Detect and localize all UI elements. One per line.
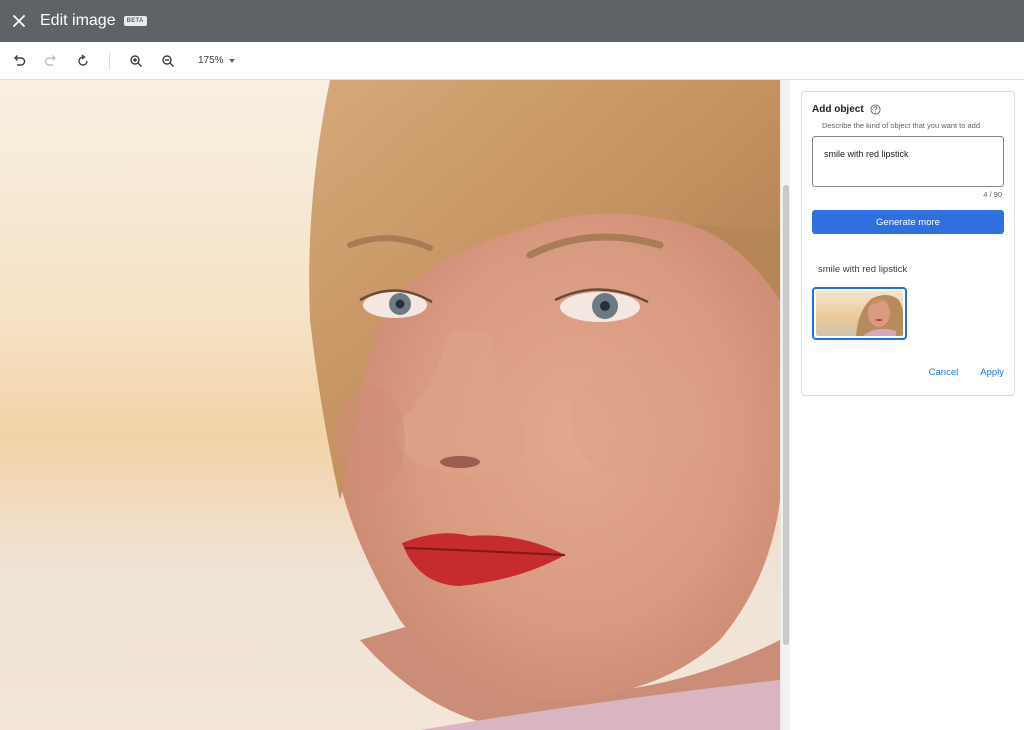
zoom-level-select[interactable]: 175% bbox=[198, 55, 235, 66]
character-counter: 4 / 90 bbox=[983, 190, 1002, 199]
zoom-level-value: 175% bbox=[198, 55, 224, 66]
title-bar: Edit image BETA bbox=[0, 0, 1024, 42]
toolbar-divider bbox=[109, 51, 110, 70]
canvas-scrollbar[interactable] bbox=[780, 80, 790, 730]
undo-button[interactable] bbox=[3, 45, 35, 77]
side-panel: Add object Describe the kind of object t… bbox=[790, 80, 1024, 730]
page-title: Edit image bbox=[40, 12, 116, 29]
object-description-input[interactable] bbox=[824, 149, 994, 159]
zoom-out-icon bbox=[162, 54, 174, 67]
rotate-button[interactable] bbox=[67, 45, 99, 77]
object-description-field[interactable]: Describe the kind of object that you wan… bbox=[812, 121, 1004, 187]
toolbar: 175% bbox=[0, 42, 1024, 80]
apply-button[interactable]: Apply bbox=[980, 367, 1004, 378]
add-object-card: Add object Describe the kind of object t… bbox=[801, 91, 1015, 396]
undo-icon bbox=[14, 54, 26, 66]
result-label: smile with red lipstick bbox=[818, 264, 908, 275]
portrait-image bbox=[0, 80, 780, 730]
generate-more-button[interactable]: Generate more bbox=[812, 210, 1004, 234]
redo-icon bbox=[44, 54, 56, 66]
close-button[interactable] bbox=[0, 0, 38, 42]
cancel-button[interactable]: Cancel bbox=[929, 367, 959, 378]
zoom-in-icon bbox=[130, 54, 142, 67]
close-icon bbox=[13, 15, 25, 27]
action-buttons: Cancel Apply bbox=[929, 367, 1004, 378]
result-thumbnail[interactable] bbox=[812, 287, 907, 340]
field-label: Describe the kind of object that you wan… bbox=[819, 121, 997, 130]
rotate-icon bbox=[78, 53, 88, 66]
card-title: Add object bbox=[812, 104, 864, 115]
beta-badge: BETA bbox=[123, 16, 147, 26]
chevron-down-icon bbox=[228, 58, 235, 63]
result-thumbnail-image bbox=[816, 291, 903, 336]
zoom-out-button[interactable] bbox=[152, 45, 184, 77]
zoom-in-button[interactable] bbox=[120, 45, 152, 77]
card-header: Add object bbox=[812, 104, 881, 115]
help-circle-icon[interactable] bbox=[870, 104, 881, 115]
scrollbar-thumb[interactable] bbox=[783, 185, 789, 645]
redo-button[interactable] bbox=[35, 45, 67, 77]
image-canvas[interactable] bbox=[0, 80, 780, 730]
